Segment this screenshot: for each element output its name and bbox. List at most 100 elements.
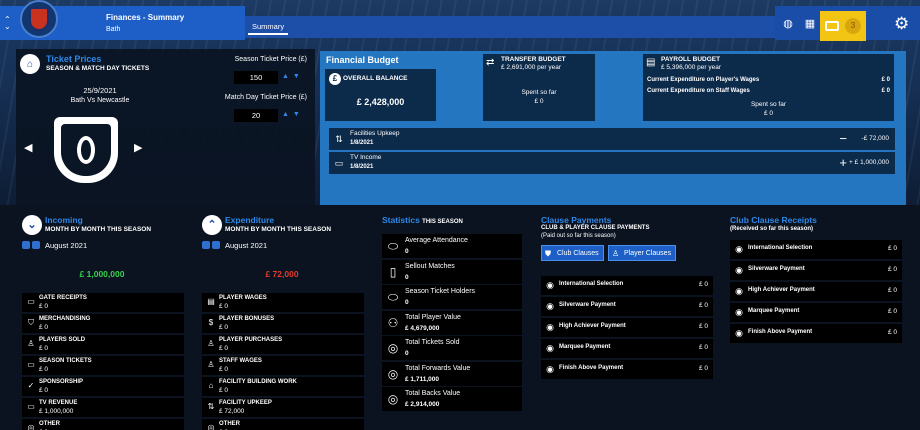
matchday-ticket-input[interactable]: 20 <box>234 109 278 122</box>
clause-label: International Selection <box>748 245 813 251</box>
payroll-budget-value: £ 5,396,000 per year <box>661 64 721 71</box>
transfer-spent-value: £ 0 <box>534 98 544 105</box>
ticket-prices-subtitle: SEASON & MATCH DAY TICKETS <box>46 65 150 72</box>
transfer-icon: ⇄ <box>486 57 495 68</box>
list-item: ▭ GATE RECEIPTS £ 0 <box>22 293 184 312</box>
expenditure-month: August 2021 <box>225 241 268 250</box>
item-value: £ 0 <box>219 303 229 310</box>
stat-value: £ 2,914,000 <box>405 401 440 408</box>
item-label: SEASON TICKETS <box>39 358 92 364</box>
ticket-icon: ▭ <box>27 297 35 306</box>
stat-label: Total Tickets Sold <box>405 339 460 346</box>
item-value: £ 0 <box>39 366 49 373</box>
clause-value: £ 0 <box>887 308 897 315</box>
next-match-button[interactable]: ▶ <box>134 141 142 154</box>
tv-icon: ▭ <box>27 402 35 411</box>
players-wages-value: £ 0 <box>881 77 890 83</box>
clause-icon: ◉ <box>735 328 743 338</box>
item-value: £ 1,000,000 <box>39 408 74 415</box>
month-selector[interactable] <box>22 241 40 249</box>
clause-value: £ 0 <box>698 323 708 330</box>
building-icon: ⌂ <box>208 381 214 390</box>
stat-label: Sellout Matches <box>405 262 455 270</box>
season-ticket-label: Season Ticket Price (£) <box>234 56 307 63</box>
transaction-row: ▭ TV Income 1/8/2021 + + £ 1,000,000 <box>329 152 895 174</box>
coin-icon: ◎ <box>387 366 399 381</box>
clause-label: Finish Above Payment <box>559 365 624 371</box>
coin-icon: ◎ <box>207 423 215 430</box>
list-item: ✓ SPONSORSHIP £ 0 <box>22 377 184 396</box>
seat-icon: ▯ <box>389 264 397 279</box>
inbox-button[interactable]: 3 <box>820 11 866 41</box>
incoming-subtitle: MONTH BY MONTH THIS SEASON <box>45 226 152 233</box>
clause-icon: ◉ <box>546 364 554 374</box>
transaction-label: Facilities Upkeep <box>350 130 400 137</box>
matchday-ticket-stepper[interactable]: ▲▼ <box>282 111 304 118</box>
upkeep-icon: ⇅ <box>207 402 215 411</box>
transfer-spent-box: Spent so far £ 0 <box>483 75 595 121</box>
tv-icon: ▭ <box>334 158 344 168</box>
club-clauses-button[interactable]: ⛊ Club Clauses <box>541 245 604 261</box>
item-label: PLAYER WAGES <box>219 295 267 301</box>
stat-label: Total Forwards Value <box>405 364 471 372</box>
financial-budget-title: Financial Budget <box>326 55 399 65</box>
month-selector[interactable] <box>202 241 220 249</box>
list-item: ◉ International Selection £ 0 <box>730 240 902 259</box>
payroll-spent-value: £ 0 <box>763 110 774 117</box>
clause-label: Finish Above Payment <box>748 329 813 335</box>
list-item: ▭ SEASON TICKETS £ 0 <box>22 356 184 375</box>
transfer-spent-label: Spent so far <box>521 89 557 96</box>
transaction-row: ⇅ Facilities Upkeep 1/8/2021 − -£ 72,000 <box>329 128 895 150</box>
players-wages-label: Current Expenditure on Player's Wages <box>647 77 760 83</box>
gear-icon[interactable]: ⚙ <box>894 14 909 34</box>
item-value: £ 0 <box>219 366 229 373</box>
statistics-title: Statistics THIS SEASON <box>382 215 463 225</box>
financial-budget-panel: Financial Budget £ OVERALL BALANCE £ 2,4… <box>320 51 906 205</box>
list-item: ◉ Finish Above Payment £ 0 <box>730 324 902 343</box>
stat-value: 0 <box>405 299 409 306</box>
clause-payments-title: Clause Payments <box>541 215 612 225</box>
item-value: £ 72,000 <box>219 408 245 415</box>
globe-icon[interactable]: ◍ <box>781 17 795 31</box>
transaction-value: -£ 72,000 <box>861 135 889 142</box>
matchday-ticket-label: Match Day Ticket Price (£) <box>224 94 307 101</box>
clause-value: £ 0 <box>698 281 708 288</box>
expenditure-toggle-icon[interactable]: ⌃ <box>202 215 222 235</box>
transaction-date: 1/8/2021 <box>350 164 374 170</box>
item-label: MERCHANDISING <box>39 316 91 322</box>
club-name: Bath <box>106 26 121 33</box>
season-ticket-stepper[interactable]: ▲▼ <box>282 73 304 80</box>
incoming-toggle-icon[interactable]: ⌄ <box>22 215 42 235</box>
clause-icon: ◉ <box>546 280 554 290</box>
season-ticket-input[interactable]: 150 <box>234 71 278 84</box>
team-switch-icon[interactable]: ⌃ ⌄ <box>4 16 11 31</box>
list-item: ▭ TV REVENUE £ 1,000,000 <box>22 398 184 417</box>
player-clauses-button[interactable]: ♙ Player Clauses <box>608 245 676 261</box>
clause-icon: ◉ <box>546 322 554 332</box>
overall-balance-value: £ 2,428,000 <box>356 97 405 107</box>
payroll-spent-label: Spent so far <box>750 101 787 108</box>
calendar-icon[interactable]: ▦ <box>803 17 817 31</box>
plus-icon: + <box>839 155 847 170</box>
transaction-label: TV Income <box>350 154 382 161</box>
clause-value: £ 0 <box>698 344 708 351</box>
handshake-icon: ✓ <box>27 381 35 390</box>
expenditure-title: Expenditure <box>225 215 275 225</box>
clause-payments-note: (Paid out so far this season) <box>541 233 616 239</box>
item-label: OTHER <box>219 421 240 427</box>
list-item: ◉ Finish Above Payment £ 0 <box>541 360 713 379</box>
item-label: OTHER <box>39 421 60 427</box>
list-item: ▯ Sellout Matches 0 <box>382 259 522 284</box>
previous-match-button[interactable]: ◀ <box>24 141 32 154</box>
item-label: PLAYERS SOLD <box>39 337 86 343</box>
clause-value: £ 0 <box>887 245 897 252</box>
player-icon: ♙ <box>207 339 215 348</box>
transfer-budget-value: £ 2,691,000 per year <box>501 64 561 71</box>
stat-value: 0 <box>405 350 409 357</box>
list-item: ⬭ Average Attendance 0 <box>382 234 522 258</box>
clause-receipts-column: Club Clause Receipts (Received so far th… <box>725 210 906 430</box>
clause-value: £ 0 <box>698 302 708 309</box>
list-item: ⌂ FACILITY BUILDING WORK £ 0 <box>202 377 364 396</box>
list-item: ◎ Total Forwards Value £ 1,711,000 <box>382 361 522 386</box>
tab-summary[interactable]: Summary <box>248 19 289 35</box>
